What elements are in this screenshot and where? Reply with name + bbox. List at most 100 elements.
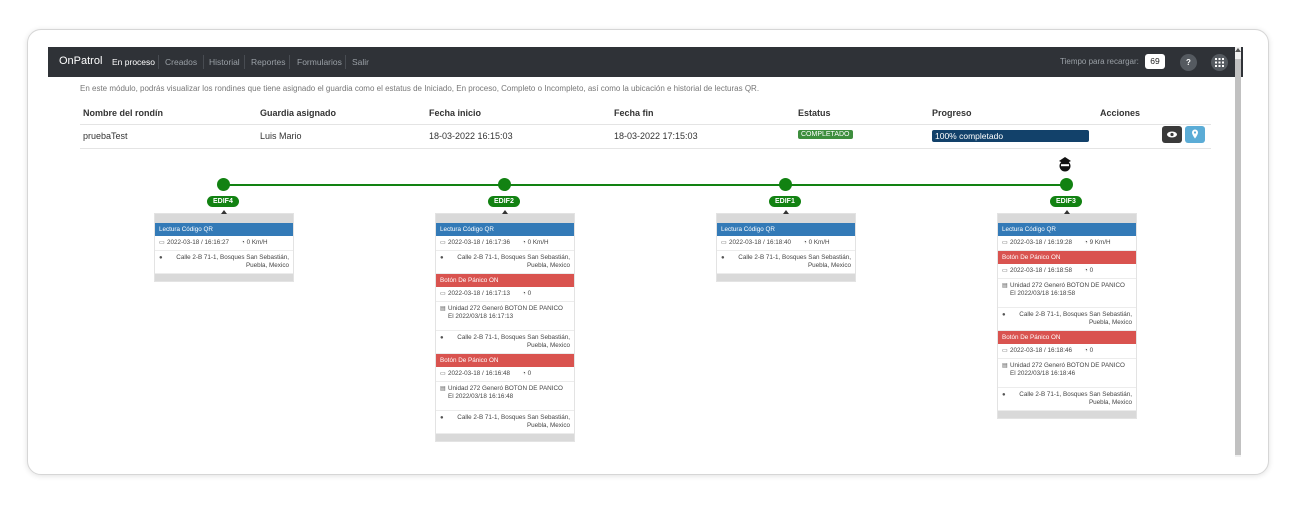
calendar-icon: ▭ xyxy=(440,240,446,246)
event-detail: Unidad 272 Generó BOTON DE PANICO El 202… xyxy=(1010,362,1125,377)
event-datetime-row: ▭ 2022-03-18 / 16:17:36 ◔ 0 Km/H xyxy=(436,236,574,251)
card-footer-bar xyxy=(155,274,293,281)
event-address-row: ● Calle 2-B 71-1, Bosques San Sebastián, … xyxy=(436,331,574,354)
qr-event-title: Lectura Código QR xyxy=(436,223,574,236)
module-description: En este módulo, podrás visualizar los ro… xyxy=(80,84,760,93)
timeline-node[interactable] xyxy=(779,178,792,191)
event-datetime-row: ▭ 2022-03-18 / 16:16:48 ◔ 0 xyxy=(436,367,574,382)
panic-event-title: Botón De Pánico ON xyxy=(998,251,1136,264)
th-estatus: Estatus xyxy=(798,108,831,118)
browser-frame: OnPatrol En proceso Creados Historial Re… xyxy=(27,29,1269,475)
card-header-bar xyxy=(717,210,855,223)
event-detail: Unidad 272 Generó BOTON DE PANICO El 202… xyxy=(1010,282,1125,297)
guard-icon xyxy=(1059,157,1071,172)
timeline-node[interactable] xyxy=(217,178,230,191)
card-header-bar xyxy=(436,210,574,223)
th-guardia: Guardia asignado xyxy=(260,108,337,118)
card-footer-bar xyxy=(717,274,855,281)
speed-value: 0 xyxy=(1089,347,1094,354)
event-datetime-row: ▭ 2022-03-18 / 16:17:13 ◔ 0 xyxy=(436,287,574,302)
document-icon: ▤ xyxy=(440,386,446,392)
event-detail: Unidad 272 Generó BOTON DE PANICO El 202… xyxy=(448,385,563,400)
speed-value: 0 Km/H xyxy=(808,239,830,246)
calendar-icon: ▭ xyxy=(1002,240,1008,246)
panic-event-title: Botón De Pánico ON xyxy=(436,354,574,367)
scrollbar[interactable] xyxy=(1235,47,1241,457)
event-datetime-row: ▭ 2022-03-18 / 16:19:28 ◔ 9 Km/H xyxy=(998,236,1136,251)
table-divider xyxy=(80,148,1211,149)
pointer-arrow xyxy=(783,210,789,214)
nav-divider xyxy=(158,55,159,69)
map-marker-icon: ● xyxy=(1002,392,1006,398)
event-detail: Unidad 272 Generó BOTON DE PANICO El 202… xyxy=(448,305,563,320)
timeline-line xyxy=(223,184,1066,186)
panic-event-title: Botón De Pánico ON xyxy=(998,331,1136,344)
event-address-row: ● Calle 2-B 71-1, Bosques San Sebastián, … xyxy=(155,251,293,274)
scrollbar-thumb[interactable] xyxy=(1235,59,1241,455)
event-date: 2022-03-18 / 16:18:40 xyxy=(729,239,791,246)
event-detail-row: ▤ Unidad 272 Generó BOTON DE PANICO El 20… xyxy=(998,359,1136,388)
location-button[interactable] xyxy=(1185,126,1205,143)
scroll-up-arrow[interactable] xyxy=(1235,48,1241,52)
map-marker-icon: ● xyxy=(721,255,725,261)
event-date: 2022-03-18 / 16:17:13 xyxy=(448,290,510,297)
map-marker-icon: ● xyxy=(440,335,444,341)
qr-event-title: Lectura Código QR xyxy=(998,223,1136,236)
help-icon[interactable]: ? xyxy=(1180,54,1197,71)
nav-reportes[interactable]: Reportes xyxy=(251,57,286,67)
brand-logo[interactable]: OnPatrol xyxy=(59,55,102,67)
progress-bar: 100% completado xyxy=(932,130,1089,142)
qr-event-title: Lectura Código QR xyxy=(717,223,855,236)
event-address: Calle 2-B 71-1, Bosques San Sebastián, P… xyxy=(176,254,289,269)
event-datetime-row: ▭ 2022-03-18 / 16:18:40 ◔ 0 Km/H xyxy=(717,236,855,251)
event-detail-row: ▤ Unidad 272 Generó BOTON DE PANICO El 20… xyxy=(436,302,574,331)
app-page: OnPatrol En proceso Creados Historial Re… xyxy=(48,47,1243,457)
nav-creados[interactable]: Creados xyxy=(165,57,197,67)
nav-divider xyxy=(203,55,204,69)
event-detail-row: ▤ Unidad 272 Generó BOTON DE PANICO El 20… xyxy=(998,279,1136,308)
event-card: Lectura Código QR ▭ 2022-03-18 / 16:16:27 ◔… xyxy=(154,210,294,282)
document-icon: ▤ xyxy=(1002,283,1008,289)
nav-divider xyxy=(244,55,245,69)
event-address-row: ● Calle 2-B 71-1, Bosques San Sebastián, … xyxy=(998,388,1136,411)
nav-historial[interactable]: Historial xyxy=(209,57,240,67)
card-header-bar xyxy=(155,210,293,223)
nav-en-proceso[interactable]: En proceso xyxy=(112,57,155,67)
map-marker-icon: ● xyxy=(440,415,444,421)
panic-event-title: Botón De Pánico ON xyxy=(436,274,574,287)
timeline-node[interactable] xyxy=(498,178,511,191)
event-address-row: ● Calle 2-B 71-1, Bosques San Sebastián, … xyxy=(717,251,855,274)
reload-label: Tiempo para recargar: xyxy=(1060,57,1139,66)
eye-icon xyxy=(1167,131,1177,138)
speed-value: 0 Km/H xyxy=(246,239,268,246)
event-card: Lectura Código QR ▭ 2022-03-18 / 16:17:36 ◔… xyxy=(435,210,575,442)
event-datetime-row: ▭ 2022-03-18 / 16:18:46 ◔ 0 xyxy=(998,344,1136,359)
event-speed: ◔ 0 xyxy=(522,290,531,298)
event-detail-row: ▤ Unidad 272 Generó BOTON DE PANICO El 20… xyxy=(436,382,574,411)
event-address-row: ● Calle 2-B 71-1, Bosques San Sebastián, … xyxy=(436,251,574,274)
event-speed: ◔ 0 xyxy=(1084,347,1093,355)
status-badge: COMPLETADO xyxy=(798,130,853,139)
speed-value: 9 Km/H xyxy=(1089,239,1111,246)
speed-value: 0 xyxy=(1089,267,1094,274)
event-address: Calle 2-B 71-1, Bosques San Sebastián, P… xyxy=(738,254,851,269)
navbar: OnPatrol En proceso Creados Historial Re… xyxy=(48,47,1243,77)
event-speed: ◔ 0 xyxy=(522,370,531,378)
nav-salir[interactable]: Salir xyxy=(352,57,369,67)
view-button[interactable] xyxy=(1162,126,1182,143)
map-marker-icon xyxy=(1192,129,1198,139)
event-address: Calle 2-B 71-1, Bosques San Sebastián, P… xyxy=(457,334,570,349)
event-card: Lectura Código QR ▭ 2022-03-18 / 16:18:40 ◔… xyxy=(716,210,856,282)
cell-end: 18-03-2022 17:15:03 xyxy=(614,131,698,141)
timeline-node[interactable] xyxy=(1060,178,1073,191)
pointer-arrow xyxy=(221,210,227,214)
event-datetime-row: ▭ 2022-03-18 / 16:18:58 ◔ 0 xyxy=(998,264,1136,279)
reload-counter: 69 xyxy=(1145,54,1165,69)
event-address: Calle 2-B 71-1, Bosques San Sebastián, P… xyxy=(1019,391,1132,406)
apps-grid-icon[interactable] xyxy=(1211,54,1228,71)
pointer-arrow xyxy=(1064,210,1070,214)
document-icon: ▤ xyxy=(1002,363,1008,369)
speed-value: 0 xyxy=(527,370,532,377)
event-date: 2022-03-18 / 16:16:48 xyxy=(448,370,510,377)
nav-formularios[interactable]: Formularios xyxy=(297,57,342,67)
